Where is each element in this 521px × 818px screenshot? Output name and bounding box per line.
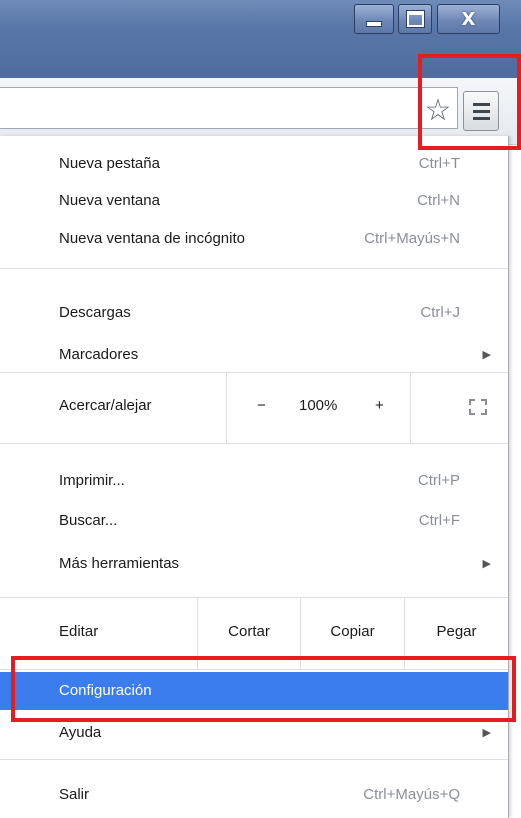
cut-button[interactable]: Cortar (197, 598, 300, 669)
window-titlebar: X (0, 0, 521, 78)
chrome-menu: Nueva pestaña Ctrl+T Nueva ventana Ctrl+… (0, 136, 509, 818)
copy-label: Copiar (330, 623, 375, 640)
cut-label: Cortar (228, 623, 270, 640)
shortcut-text: Ctrl+Mayús+Q (363, 786, 460, 803)
zoom-in-button[interactable]: + (375, 397, 384, 414)
shortcut-text: Ctrl+J (420, 304, 460, 321)
submenu-arrow-icon: ▶ (482, 727, 491, 739)
menu-item-label: Descargas (59, 304, 131, 321)
paste-button[interactable]: Pegar (404, 598, 508, 669)
menu-item-label: Más herramientas (59, 555, 180, 572)
menu-item-downloads[interactable]: Descargas Ctrl+J (0, 294, 508, 332)
menu-item-label: Nueva ventana de incógnito (59, 230, 245, 247)
submenu-arrow-icon: ▶ (482, 349, 491, 361)
menu-item-label: Configuración (59, 682, 152, 699)
address-bar[interactable] (0, 87, 458, 129)
maximize-button[interactable] (398, 4, 432, 34)
menu-item-label: Acercar/alejar (59, 397, 152, 414)
shortcut-text: Ctrl+F (418, 512, 460, 529)
bookmark-star-icon[interactable]: ☆ (424, 90, 452, 132)
menu-item-help[interactable]: Ayuda ▶ (0, 714, 508, 752)
close-button[interactable]: X (437, 4, 500, 34)
minimize-button[interactable] (354, 4, 394, 34)
hamburger-menu-icon (473, 103, 490, 106)
maximize-icon (405, 10, 425, 28)
close-icon: X (461, 8, 476, 30)
menu-item-label: Marcadores (59, 346, 139, 363)
menu-separator (0, 669, 508, 670)
minimize-icon (366, 21, 382, 27)
menu-item-zoom: Acercar/alejar − 100% + (0, 373, 508, 443)
shortcut-text: Ctrl+T (418, 155, 460, 172)
fullscreen-button[interactable] (410, 373, 508, 443)
menu-item-more-tools[interactable]: Más herramientas ▶ (0, 545, 508, 583)
shortcut-text: Ctrl+N (417, 192, 460, 209)
menu-item-bookmarks[interactable]: Marcadores ▶ (0, 336, 508, 374)
fullscreen-icon (469, 399, 487, 415)
shortcut-text: Ctrl+Mayús+N (364, 230, 460, 247)
menu-item-new-window[interactable]: Nueva ventana Ctrl+N (0, 182, 508, 220)
menu-separator (0, 268, 508, 269)
menu-item-label: Buscar... (59, 512, 118, 529)
menu-item-edit: Editar Cortar Copiar Pegar (0, 598, 508, 669)
menu-item-incognito[interactable]: Nueva ventana de incógnito Ctrl+Mayús+N (0, 220, 508, 258)
submenu-arrow-icon: ▶ (482, 558, 491, 570)
zoom-out-button[interactable]: − (257, 397, 266, 414)
menu-item-label: Ayuda (59, 724, 102, 741)
menu-item-label: Imprimir... (59, 472, 125, 489)
menu-item-label: Nueva pestaña (59, 155, 160, 172)
menu-item-exit[interactable]: Salir Ctrl+Mayús+Q (0, 776, 508, 814)
copy-button[interactable]: Copiar (300, 598, 404, 669)
menu-item-settings[interactable]: Configuración (0, 672, 508, 710)
shortcut-text: Ctrl+P (417, 472, 460, 489)
menu-item-label: Nueva ventana (59, 192, 160, 209)
zoom-controls: − 100% + (226, 373, 410, 443)
menu-item-label: Salir (59, 786, 90, 803)
menu-item-new-tab[interactable]: Nueva pestaña Ctrl+T (0, 145, 508, 183)
paste-label: Pegar (436, 623, 477, 640)
menu-item-find[interactable]: Buscar... Ctrl+F (0, 502, 508, 540)
menu-item-print[interactable]: Imprimir... Ctrl+P (0, 462, 508, 500)
chrome-menu-button[interactable] (463, 91, 499, 131)
zoom-level: 100% (299, 397, 338, 414)
menu-item-label: Editar (59, 623, 99, 640)
menu-separator (0, 759, 508, 760)
menu-separator (0, 443, 508, 444)
